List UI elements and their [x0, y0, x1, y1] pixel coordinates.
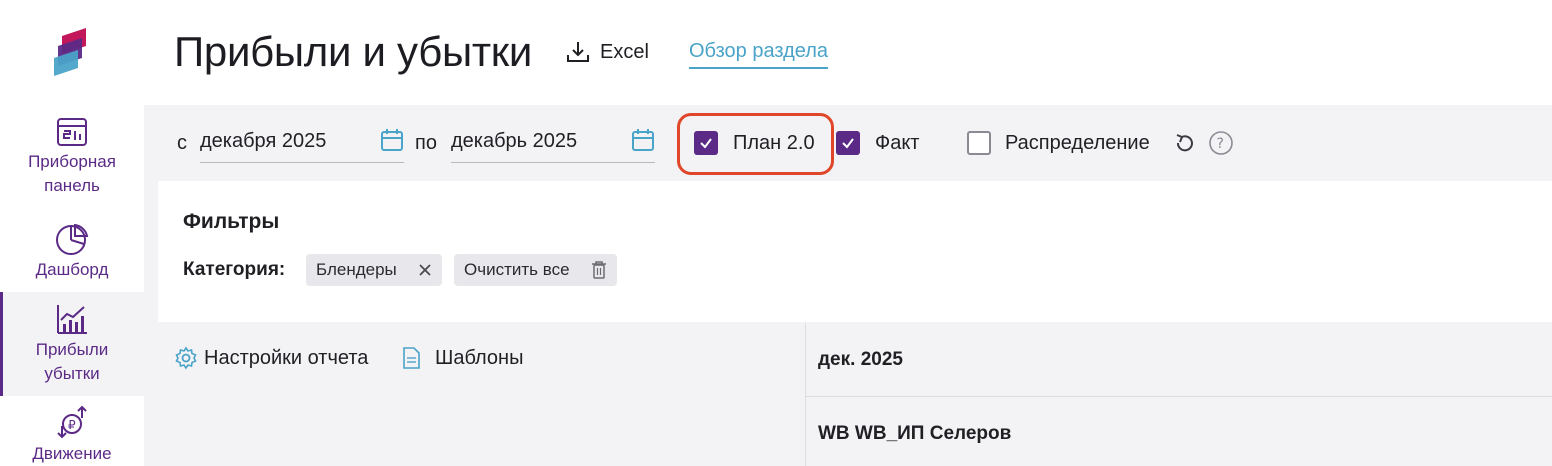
- filter-chip[interactable]: Блендеры: [306, 254, 442, 286]
- sidebar-item-label: панель: [44, 176, 100, 195]
- close-icon[interactable]: [418, 263, 432, 277]
- money-flow-icon: ₽: [57, 405, 87, 439]
- sidebar-item-dashboard[interactable]: Дашборд: [0, 222, 144, 286]
- check-icon: [842, 138, 854, 149]
- section-overview-link[interactable]: Обзор раздела: [689, 40, 828, 69]
- sidebar-item-label: Приборная: [28, 152, 116, 171]
- to-label: по: [415, 132, 437, 154]
- pie-chart-icon: [56, 223, 89, 255]
- date-from-value: декабря 2025: [200, 130, 327, 152]
- period-column-header: дек. 2025: [818, 349, 903, 370]
- plan-checkbox[interactable]: [694, 131, 718, 155]
- category-label: Категория:: [183, 259, 286, 280]
- download-icon: [567, 42, 589, 62]
- sidebar-item-label: Прибыли: [35, 340, 109, 359]
- sidebar-item-money-flow[interactable]: ₽ Движение: [0, 404, 144, 466]
- sidebar-item-profit-loss[interactable]: Прибыли убытки: [0, 292, 144, 396]
- reset-icon[interactable]: [1173, 131, 1197, 155]
- calendar-icon[interactable]: [380, 128, 404, 152]
- templates-label: Шаблоны: [435, 346, 524, 369]
- svg-text:₽: ₽: [68, 418, 76, 432]
- calendar-icon[interactable]: [631, 128, 655, 152]
- clear-all-button[interactable]: Очистить все: [454, 254, 617, 286]
- filter-chip-label: Блендеры: [316, 260, 397, 279]
- report-settings-label: Настройки отчета: [204, 346, 369, 369]
- app-logo[interactable]: [52, 28, 92, 76]
- excel-export-button[interactable]: Excel: [566, 40, 649, 64]
- sidebar-item-label: убытки: [44, 364, 100, 383]
- account-column-header: WB WB_ИП Селеров: [818, 423, 1012, 444]
- from-label: с: [177, 132, 187, 154]
- distribution-label[interactable]: Распределение: [1005, 132, 1150, 155]
- date-to-value: декабрь 2025: [451, 130, 578, 152]
- svg-text:?: ?: [1217, 136, 1224, 152]
- filters-title: Фильтры: [183, 210, 280, 233]
- trash-icon: [592, 261, 606, 279]
- page-title: Прибыли и убытки: [174, 28, 533, 75]
- clear-all-label: Очистить все: [464, 260, 570, 279]
- help-icon[interactable]: ?: [1208, 130, 1234, 156]
- distribution-checkbox[interactable]: [967, 131, 991, 155]
- filters-panel: Фильтры Категория: Блендеры Очистить все: [158, 181, 1552, 322]
- profit-chart-icon: [57, 305, 87, 334]
- templates-button[interactable]: Шаблоны: [401, 346, 523, 370]
- dashboard-panel-icon: [57, 118, 87, 146]
- fact-label[interactable]: Факт: [875, 132, 919, 155]
- report-settings-panel: [158, 323, 804, 466]
- sidebar-item-label: Дашборд: [35, 260, 109, 279]
- fact-checkbox[interactable]: [836, 131, 860, 155]
- header-divider: [806, 396, 1552, 397]
- date-from-field[interactable]: декабря 2025: [200, 128, 404, 163]
- gear-icon: [175, 346, 197, 370]
- sidebar-item-dashboard-panel[interactable]: Приборная панель: [0, 116, 144, 202]
- sidebar-item-label: Движение: [32, 444, 112, 463]
- document-icon: [403, 347, 420, 369]
- plan-label[interactable]: План 2.0: [733, 132, 815, 155]
- excel-label: Excel: [600, 40, 649, 63]
- check-icon: [700, 138, 712, 149]
- date-to-field[interactable]: декабрь 2025: [451, 128, 655, 163]
- report-settings-button[interactable]: Настройки отчета: [174, 346, 368, 370]
- sidebar: Приборная панель Дашборд Прибыли убытки …: [0, 0, 144, 466]
